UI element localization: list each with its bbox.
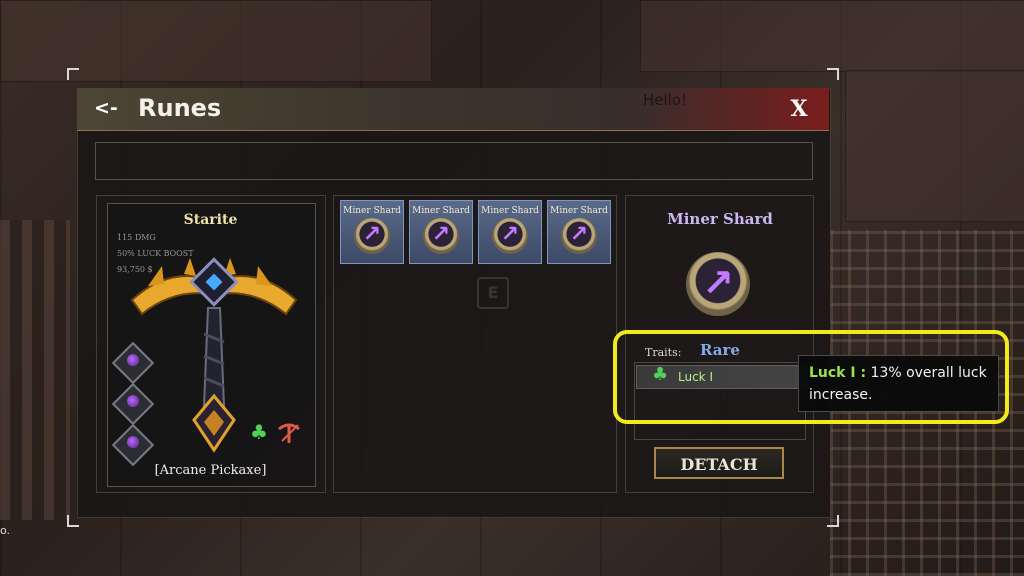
- arrow-rune-icon: [127, 395, 139, 408]
- edge-text: o.: [0, 524, 11, 537]
- background-plank: [640, 0, 1024, 72]
- inventory-rune-slot[interactable]: Miner Shard ↗: [340, 200, 404, 264]
- interact-key-hint: E: [477, 277, 509, 309]
- arrow-rune-icon: [127, 354, 139, 367]
- inventory-rune-slot[interactable]: Miner Shard ↗: [547, 200, 611, 264]
- frame-corner: [67, 68, 79, 80]
- window-title: Runes: [138, 94, 222, 122]
- background-lattice: [0, 220, 70, 520]
- tooltip-text: Luck I : 13% overall luck increase.: [809, 362, 988, 406]
- arrow-rune-icon: ↗: [492, 218, 528, 254]
- header-ghost-text: Hello!: [643, 91, 688, 109]
- rune-slot-label: Miner Shard: [343, 206, 401, 216]
- clover-icon: ♣: [250, 420, 268, 444]
- arrow-rune-icon: ↗: [561, 218, 597, 254]
- detach-button[interactable]: DETACH: [654, 447, 784, 479]
- arrow-rune-icon: ↗: [423, 218, 459, 254]
- pickaxe-icon: [278, 423, 300, 443]
- arrow-rune-icon: [127, 436, 139, 449]
- background-plank: [845, 70, 1024, 222]
- arrow-rune-icon: ↗: [354, 218, 390, 254]
- rune-slot-label: Miner Shard: [550, 206, 608, 216]
- detail-rune-name: Miner Shard: [667, 210, 773, 228]
- tool-type: [Arcane Pickaxe]: [154, 463, 267, 478]
- tooltip-trait: Luck I :: [809, 365, 867, 381]
- inventory-rune-slot[interactable]: Miner Shard ↗: [409, 200, 473, 264]
- back-button[interactable]: <-: [94, 97, 128, 121]
- rune-slot-label: Miner Shard: [481, 206, 539, 216]
- info-bar: [95, 142, 813, 180]
- inventory-rune-slot[interactable]: Miner Shard ↗: [478, 200, 542, 264]
- background-plank: [0, 0, 432, 82]
- trait-tooltip: Luck I : 13% overall luck increase.: [798, 355, 999, 412]
- close-button[interactable]: X: [787, 96, 811, 122]
- frame-corner: [827, 68, 839, 80]
- rune-slot-label: Miner Shard: [412, 206, 470, 216]
- arrow-rune-icon: ↗: [686, 252, 750, 316]
- tool-name: Starite: [183, 212, 238, 228]
